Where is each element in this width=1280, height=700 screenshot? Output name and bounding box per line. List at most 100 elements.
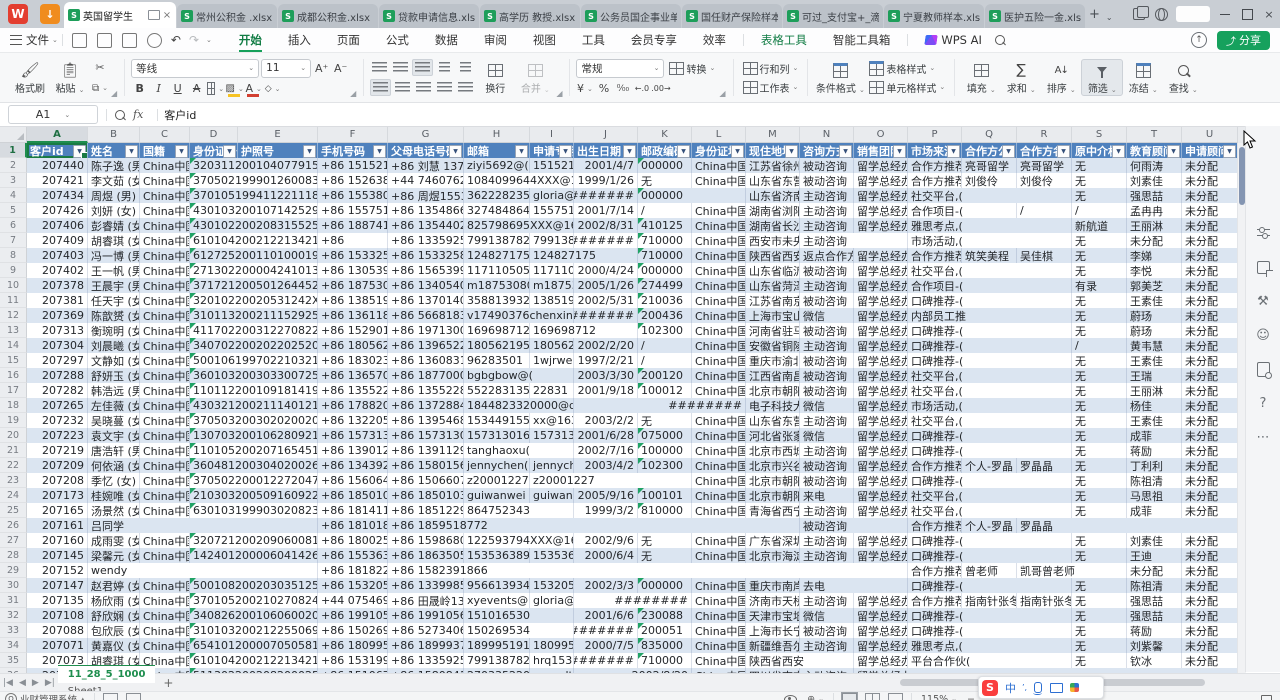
row-header-8[interactable]: 8: [0, 248, 27, 263]
row-header-30[interactable]: 30: [0, 578, 27, 593]
cell-D19[interactable]: 370503200302020020: [190, 413, 318, 428]
cell-T4[interactable]: 强思喆: [1127, 188, 1182, 203]
cell-H5[interactable]: 327484864: [464, 203, 530, 218]
cell-C9[interactable]: China中国: [140, 263, 190, 278]
field-header-S[interactable]: 原中介机▼: [1072, 143, 1127, 158]
cell-P21[interactable]: 口碑推荐-(: [908, 443, 1072, 458]
cell-N26[interactable]: 被动咨询: [800, 518, 908, 533]
cell-I31[interactable]: gloria@uk(: [530, 593, 574, 608]
save-icon[interactable]: [72, 33, 87, 48]
cell-O31[interactable]: 留学总经办: [854, 593, 908, 608]
output-icon[interactable]: [97, 33, 112, 48]
cell-U22[interactable]: 未分配: [1182, 458, 1238, 473]
cell-P17[interactable]: 社交平台,(: [908, 383, 1072, 398]
cell-M21[interactable]: 北京市西城: [746, 443, 800, 458]
cell-S25[interactable]: 无: [1072, 503, 1127, 518]
cell-M2[interactable]: 江苏省徐州: [746, 158, 800, 173]
cell-A27[interactable]: 207160: [27, 533, 88, 548]
cell-C30[interactable]: China中国: [140, 578, 190, 593]
cell-N33[interactable]: 被动咨询: [800, 623, 854, 638]
cell-F25[interactable]: +86 18141137: [318, 503, 388, 518]
cell-H31[interactable]: xyevents@: [464, 593, 530, 608]
cell-style-button[interactable]: 单元格样式⌄: [866, 79, 948, 95]
sliders-icon[interactable]: [1246, 216, 1280, 250]
field-header-A[interactable]: 客户id▼: [27, 143, 88, 158]
cell-T30[interactable]: 陈祖清: [1127, 578, 1182, 593]
cell-G21[interactable]: +86 1391129694: [388, 443, 464, 458]
row-header-22[interactable]: 22: [0, 458, 27, 473]
menu-开始[interactable]: 开始: [226, 28, 275, 52]
row-header-1[interactable]: 1: [0, 143, 27, 158]
cell-J22[interactable]: 2003/4/2: [574, 458, 638, 473]
cell-L8[interactable]: China中国: [692, 248, 746, 263]
cell-K20[interactable]: 075000: [638, 428, 692, 443]
cell-S8[interactable]: 无: [1072, 248, 1127, 263]
cell-K30[interactable]: 000000: [638, 578, 692, 593]
cell-Q22[interactable]: 个人-罗晶: [962, 458, 1017, 473]
cell-O32[interactable]: 留学总经办: [854, 608, 908, 623]
cell-B27[interactable]: 成雨雯 (女: [88, 533, 140, 548]
cell-K21[interactable]: 100000: [638, 443, 692, 458]
cell-O13[interactable]: 留学总经办: [854, 323, 908, 338]
cell-G30[interactable]: +86 1339985047: [388, 578, 464, 593]
tab-table-tools[interactable]: 表格工具: [748, 28, 820, 52]
cell-K13[interactable]: 102300: [638, 323, 692, 338]
cell-J10[interactable]: 2005/1/26: [574, 278, 638, 293]
field-header-T[interactable]: 教育顾问▼: [1127, 143, 1182, 158]
cell-F35[interactable]: +86 15319918: [318, 653, 388, 668]
cell-C2[interactable]: China中国: [140, 158, 190, 173]
align-expander[interactable]: ◢: [556, 89, 562, 98]
cell-A24[interactable]: 207173: [27, 488, 88, 503]
cut-button[interactable]: ✂: [90, 59, 110, 76]
cell-O27[interactable]: 留学总经办: [854, 533, 908, 548]
sort-button[interactable]: A↓ 排序⌄: [1041, 60, 1081, 95]
cell-A6[interactable]: 207406: [27, 218, 88, 233]
field-header-D[interactable]: 身份证号▼: [190, 143, 238, 158]
row-header-5[interactable]: 5: [0, 203, 27, 218]
cell-N4[interactable]: 主动咨询: [800, 188, 854, 203]
cell-U5[interactable]: 未分配: [1182, 203, 1238, 218]
cell-A7[interactable]: 207409: [27, 233, 88, 248]
cell-N19[interactable]: 主动咨询: [800, 413, 854, 428]
cell-F32[interactable]: +86 19910568: [318, 608, 388, 623]
paste-button[interactable]: 📋︎ 粘贴⌄: [50, 60, 90, 95]
cell-T15[interactable]: 王素佳: [1127, 353, 1182, 368]
cell-C12[interactable]: China中国: [140, 308, 190, 323]
cell-J20[interactable]: 2001/6/28: [574, 428, 638, 443]
column-header-K[interactable]: K: [638, 127, 692, 143]
column-header-J[interactable]: J: [574, 127, 638, 143]
cell-U25[interactable]: 未分配: [1182, 503, 1238, 518]
cell-S16[interactable]: 无: [1072, 368, 1127, 383]
document-tab[interactable]: S成都公积金.xlsx: [278, 4, 378, 28]
cell-P14[interactable]: 口碑推荐-(: [908, 338, 1072, 353]
field-header-M[interactable]: 现住地址▼: [746, 143, 800, 158]
cell-H6[interactable]: 825798695XXX@163.c: [464, 218, 574, 233]
field-header-U[interactable]: 申请顾问▼: [1182, 143, 1238, 158]
document-tab[interactable]: S常州公积金 .xlsx: [177, 4, 277, 28]
cell-B16[interactable]: 舒妍玉 (女: [88, 368, 140, 383]
field-header-P[interactable]: 市场来源▼: [908, 143, 962, 158]
cell-P35[interactable]: 平台合作伙(: [908, 653, 1072, 668]
cell-H28[interactable]: 153536389: [464, 548, 530, 563]
prev-sheet-icon[interactable]: ◀: [19, 678, 26, 688]
cell-O3[interactable]: 留学总经办: [854, 173, 908, 188]
field-header-F[interactable]: 手机号码▼: [318, 143, 388, 158]
more-icon[interactable]: ⋯: [1246, 420, 1280, 454]
cell-A32[interactable]: 207108: [27, 608, 88, 623]
cell-A19[interactable]: 207232: [27, 413, 88, 428]
cell-D4[interactable]: 370105199411221118: [190, 188, 318, 203]
cell-J18[interactable]: ########: [574, 398, 746, 413]
cell-S35[interactable]: 无: [1072, 653, 1127, 668]
cell-F7[interactable]: +86: [318, 233, 388, 248]
cell-Q8[interactable]: 筑笑美程: [962, 248, 1017, 263]
cell-S32[interactable]: 无: [1072, 608, 1127, 623]
close-window-button[interactable]: ×: [1258, 5, 1280, 23]
field-header-J[interactable]: 出生日期▼: [574, 143, 638, 158]
underline-button[interactable]: U: [169, 81, 186, 97]
cell-F31[interactable]: +44 07546918: [318, 593, 388, 608]
cell-O9[interactable]: 留学总经办: [854, 263, 908, 278]
cell-S30[interactable]: 无: [1072, 578, 1127, 593]
cell-B17[interactable]: 韩浩远 (男: [88, 383, 140, 398]
cell-N11[interactable]: 被动咨询: [800, 293, 854, 308]
cell-S4[interactable]: 无: [1072, 188, 1127, 203]
